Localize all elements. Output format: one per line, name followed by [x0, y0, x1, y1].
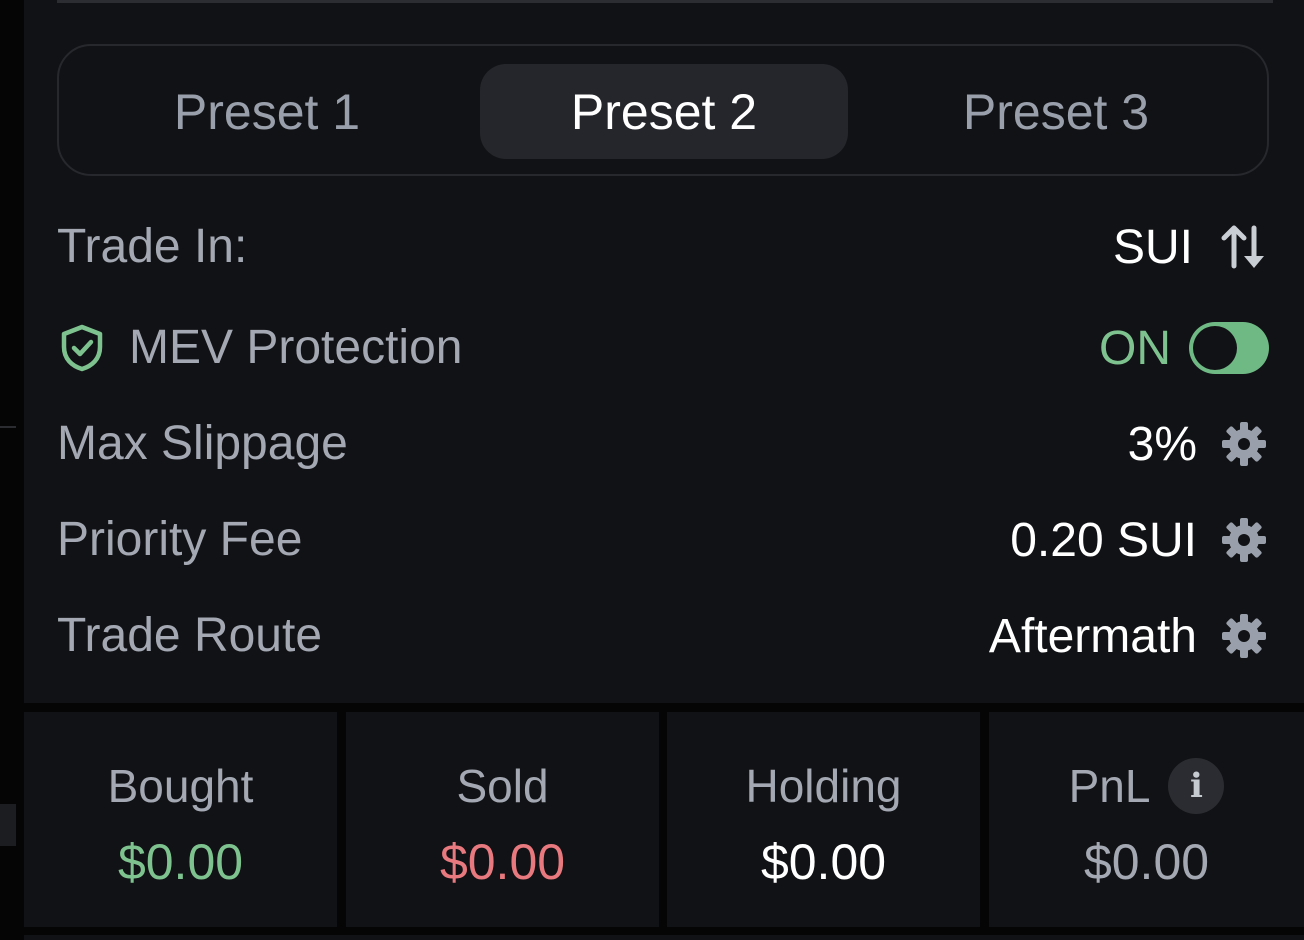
priority-fee-row: Priority Fee 0.20 SUI: [57, 505, 1269, 575]
mev-protection-toggle[interactable]: [1189, 322, 1269, 374]
priority-fee-label: Priority Fee: [57, 513, 303, 566]
stat-sold: Sold $0.00: [346, 712, 659, 927]
holding-label: Holding: [745, 760, 902, 812]
trade-route-label: Trade Route: [57, 609, 323, 662]
tab-preset-3[interactable]: Preset 3: [872, 64, 1240, 159]
settings-panel: Preset 1 Preset 2 Preset 3 Trade In: SUI: [24, 0, 1304, 703]
mev-protection-label: MEV Protection: [129, 321, 463, 374]
stat-bought: Bought $0.00: [24, 712, 337, 927]
bought-value: $0.00: [117, 834, 244, 890]
trade-in-currency: SUI: [1112, 220, 1193, 274]
max-slippage-label: Max Slippage: [57, 417, 348, 470]
edge-divider: [0, 426, 16, 428]
sold-value: $0.00: [439, 834, 566, 890]
swap-arrows-icon[interactable]: [1219, 220, 1269, 274]
priority-fee-value: 0.20 SUI: [1010, 513, 1197, 567]
gear-icon[interactable]: [1219, 611, 1269, 661]
tab-preset-1[interactable]: Preset 1: [83, 64, 451, 159]
left-edge-strip: [0, 0, 24, 940]
toggle-knob: [1193, 326, 1237, 370]
pnl-header: PnL i: [989, 756, 1304, 816]
gear-icon[interactable]: [1219, 419, 1269, 469]
gear-icon[interactable]: [1219, 515, 1269, 565]
trade-route-row: Trade Route Aftermath: [57, 601, 1269, 671]
max-slippage-row: Max Slippage 3%: [57, 409, 1269, 479]
top-divider: [57, 0, 1273, 3]
stat-pnl: PnL i $0.00: [989, 712, 1304, 927]
mev-protection-row: MEV Protection ON: [57, 313, 1269, 383]
tab-preset-2[interactable]: Preset 2: [480, 64, 848, 159]
mev-status-text: ON: [1099, 321, 1171, 375]
stat-holding: Holding $0.00: [667, 712, 980, 927]
trade-in-row: Trade In: SUI: [57, 212, 1269, 282]
trade-route-value: Aftermath: [988, 609, 1197, 663]
holding-value: $0.00: [760, 834, 887, 890]
trade-settings-widget: Preset 1 Preset 2 Preset 3 Trade In: SUI: [0, 0, 1304, 940]
max-slippage-value: 3%: [1127, 417, 1197, 471]
shield-check-icon: [61, 324, 103, 372]
pnl-value: $0.00: [1083, 834, 1210, 890]
edge-handle: [0, 804, 16, 846]
trade-in-label: Trade In:: [57, 220, 248, 273]
bought-label: Bought: [107, 760, 254, 812]
sold-label: Sold: [456, 760, 549, 812]
info-icon[interactable]: i: [1168, 758, 1225, 814]
pnl-label: PnL: [1068, 760, 1151, 812]
bottom-divider: [24, 935, 1304, 940]
preset-selector: Preset 1 Preset 2 Preset 3: [57, 44, 1269, 176]
